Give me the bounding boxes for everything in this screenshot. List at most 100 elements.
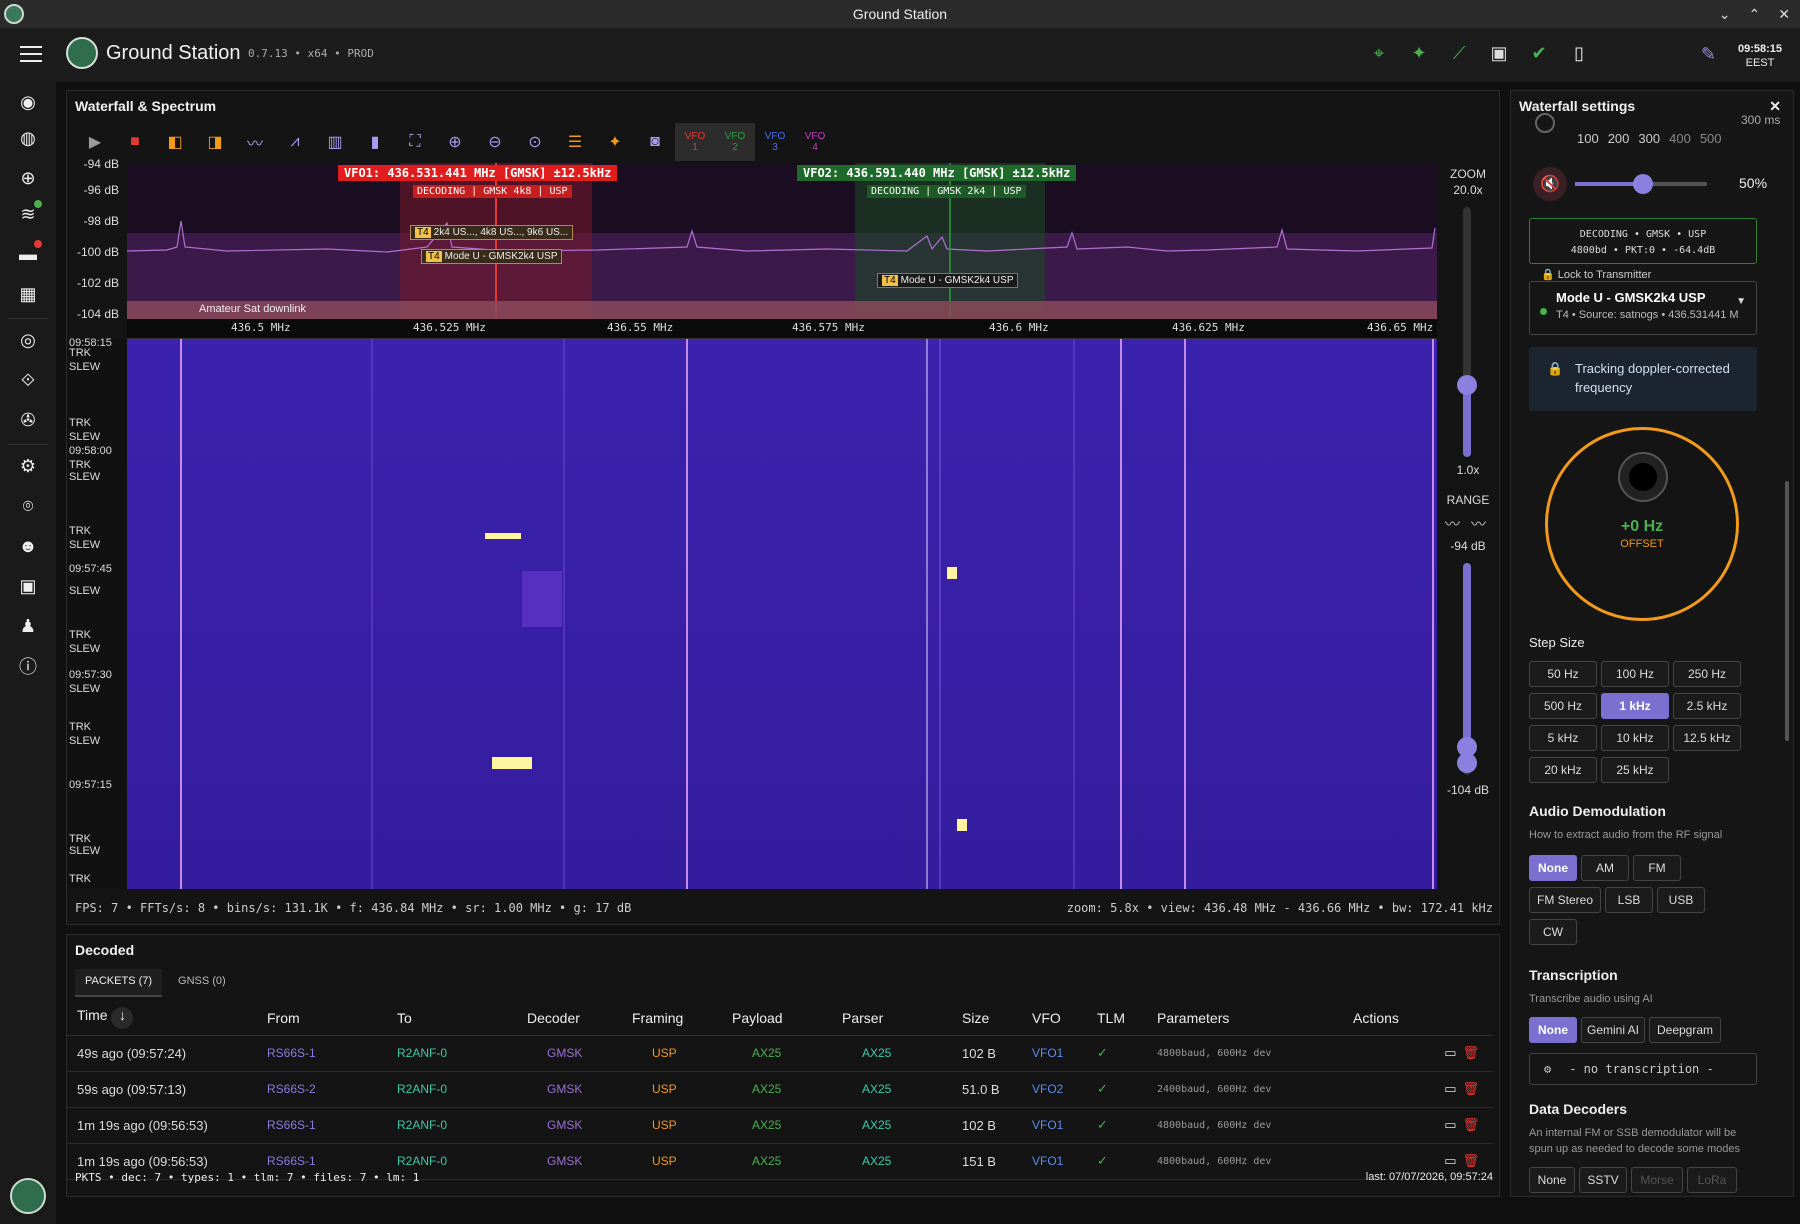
col-framing[interactable]: Framing: [622, 1001, 722, 1036]
stop-icon[interactable]: ■: [115, 123, 155, 161]
demod-cw[interactable]: CW: [1529, 919, 1577, 945]
vfo2-button[interactable]: VFO 2: [715, 123, 755, 161]
demod-lsb[interactable]: LSB: [1605, 887, 1653, 913]
tab-gnss[interactable]: GNSS (0): [168, 969, 236, 997]
spectrum-plot[interactable]: VFO1: 436.531.441 MHz [GMSK] ±12.5kHz VF…: [127, 163, 1437, 319]
user-settings-icon[interactable]: ♟: [16, 614, 40, 638]
step-10khz[interactable]: 10 kHz: [1601, 725, 1669, 751]
decoder-sstv[interactable]: SSTV: [1579, 1167, 1627, 1193]
demod-none[interactable]: None: [1529, 855, 1577, 881]
zoom-reset-icon[interactable]: ⊙: [515, 123, 555, 161]
step-1khz[interactable]: 1 kHz: [1601, 693, 1669, 719]
demod-usb[interactable]: USB: [1657, 887, 1705, 913]
transcription-gemini[interactable]: Gemini AI: [1581, 1017, 1645, 1043]
vfo2-label[interactable]: VFO2: 436.591.440 MHz [GMSK] ±12.5kHz: [797, 165, 1077, 181]
step-25khz[interactable]: 25 kHz: [1601, 757, 1669, 783]
bookmark-icon[interactable]: ▮: [355, 123, 395, 161]
mute-icon[interactable]: 🔇: [1533, 167, 1567, 201]
right-panel-icon[interactable]: ◨: [195, 123, 235, 161]
step-50hz[interactable]: 50 Hz: [1529, 661, 1597, 687]
close-icon[interactable]: ✕: [1778, 6, 1790, 23]
camera-icon[interactable]: ◙: [635, 123, 675, 161]
target-icon[interactable]: ⊕: [16, 166, 40, 190]
delete-icon[interactable]: 🗑: [1462, 1117, 1479, 1132]
step-100hz[interactable]: 100 Hz: [1601, 661, 1669, 687]
folder-icon[interactable]: ▭: [1444, 1153, 1456, 1168]
left-panel-icon[interactable]: ◧: [155, 123, 195, 161]
users-icon[interactable]: ☻: [16, 534, 40, 558]
step-250hz[interactable]: 250 Hz: [1673, 661, 1741, 687]
globe-icon[interactable]: ◍: [16, 126, 40, 150]
chip-icon[interactable]: ▣: [16, 574, 40, 598]
folder-icon[interactable]: ▭: [1444, 1117, 1456, 1132]
settings-icon[interactable]: ⚙: [16, 454, 40, 478]
range-slider[interactable]: [1457, 563, 1477, 775]
decoder-morse[interactable]: Morse: [1631, 1167, 1683, 1193]
vfo4-button[interactable]: VFO 4: [795, 123, 835, 161]
menu-icon[interactable]: [20, 46, 42, 62]
phone-icon[interactable]: ▯: [1568, 42, 1590, 64]
play-icon[interactable]: ▶: [75, 123, 115, 161]
settings-scrollbar[interactable]: [1785, 481, 1789, 741]
range-reset-icon[interactable]: 〰: [1471, 513, 1486, 534]
delete-icon[interactable]: 🗑: [1462, 1045, 1479, 1060]
sort-down-icon[interactable]: ↓: [111, 1006, 134, 1029]
table-row[interactable]: 59s ago (09:57:13) RS66S-2 R2ANF-0 GMSK USP A…: [67, 1071, 1493, 1108]
antenna-icon[interactable]: ⟋: [1448, 42, 1470, 64]
step-12-5khz[interactable]: 12.5 kHz: [1673, 725, 1741, 751]
minimize-icon[interactable]: ⌄: [1719, 6, 1731, 23]
decoder-none[interactable]: None: [1529, 1167, 1575, 1193]
transcription-none[interactable]: None: [1529, 1017, 1577, 1043]
peak-icon[interactable]: ⩘: [275, 123, 315, 161]
check-circle-icon[interactable]: ✔: [1528, 42, 1550, 64]
col-to[interactable]: To: [387, 1001, 517, 1036]
network-icon[interactable]: ⌖: [1368, 42, 1390, 64]
demod-fm-stereo[interactable]: FM Stereo: [1529, 887, 1601, 913]
calendar-icon[interactable]: ▦: [16, 282, 40, 306]
bars-icon[interactable]: ▥: [315, 123, 355, 161]
col-parser[interactable]: Parser: [832, 1001, 952, 1036]
col-tlm[interactable]: TLM: [1087, 1001, 1147, 1036]
col-parameters[interactable]: Parameters: [1147, 1001, 1343, 1036]
radiation-icon[interactable]: ✇: [16, 408, 40, 432]
volume-slider[interactable]: [1575, 174, 1707, 194]
decoder-lora[interactable]: LoRa: [1687, 1167, 1737, 1193]
demod-am[interactable]: AM: [1581, 855, 1629, 881]
col-size[interactable]: Size: [952, 1001, 1022, 1036]
zoom-out-icon[interactable]: ⊖: [475, 123, 515, 161]
spectrum-icon[interactable]: 〰: [235, 123, 275, 161]
col-vfo[interactable]: VFO: [1022, 1001, 1087, 1036]
orbit-icon[interactable]: ◎: [16, 328, 40, 352]
fullscreen-icon[interactable]: ⛶: [395, 123, 435, 161]
delete-icon[interactable]: 🗑: [1462, 1081, 1479, 1096]
col-time[interactable]: Time ↓: [67, 1001, 257, 1036]
auto-range-icon[interactable]: 〰: [1445, 513, 1460, 534]
radio-icon[interactable]: ▣: [1488, 42, 1510, 64]
eye-icon[interactable]: ◉: [16, 90, 40, 114]
vfo1-label[interactable]: VFO1: 436.531.441 MHz [GMSK] ±12.5kHz: [338, 165, 618, 181]
location-icon[interactable]: ⌾: [16, 494, 40, 518]
delete-icon[interactable]: 🗑: [1462, 1153, 1479, 1168]
step-5khz[interactable]: 5 kHz: [1529, 725, 1597, 751]
satellite-track-icon[interactable]: ✦: [595, 123, 635, 161]
zoom-slider[interactable]: [1457, 207, 1477, 457]
satellite-icon[interactable]: ✦: [1408, 42, 1430, 64]
table-row[interactable]: 49s ago (09:57:24) RS66S-1 R2ANF-0 GMSK USP A…: [67, 1035, 1493, 1072]
vfo1-button[interactable]: VFO 1: [675, 123, 715, 161]
folder-icon[interactable]: ▭: [1444, 1045, 1456, 1060]
maximize-icon[interactable]: ⌃: [1749, 6, 1761, 23]
step-2-5khz[interactable]: 2.5 kHz: [1673, 693, 1741, 719]
transcription-deepgram[interactable]: Deepgram: [1649, 1017, 1721, 1043]
tab-packets[interactable]: PACKETS (7): [75, 969, 163, 997]
zoom-in-icon[interactable]: ⊕: [435, 123, 475, 161]
transmitter-select[interactable]: Mode U - GMSK2k4 USP T4 • Source: satnog…: [1529, 281, 1757, 335]
collapse-icon[interactable]: ✕: [1769, 98, 1781, 115]
offset-knob[interactable]: +0 Hz OFFSET: [1545, 427, 1739, 621]
avatar[interactable]: [10, 1178, 46, 1214]
folder-icon[interactable]: ▭: [1444, 1081, 1456, 1096]
col-decoder[interactable]: Decoder: [517, 1001, 622, 1036]
edit-icon[interactable]: ✎: [1701, 44, 1716, 65]
satellite-nav-icon[interactable]: ⟐: [16, 368, 40, 392]
transmitter-tag-1b[interactable]: T4 Mode U - GMSK2k4 USP: [421, 249, 563, 264]
col-from[interactable]: From: [257, 1001, 387, 1036]
